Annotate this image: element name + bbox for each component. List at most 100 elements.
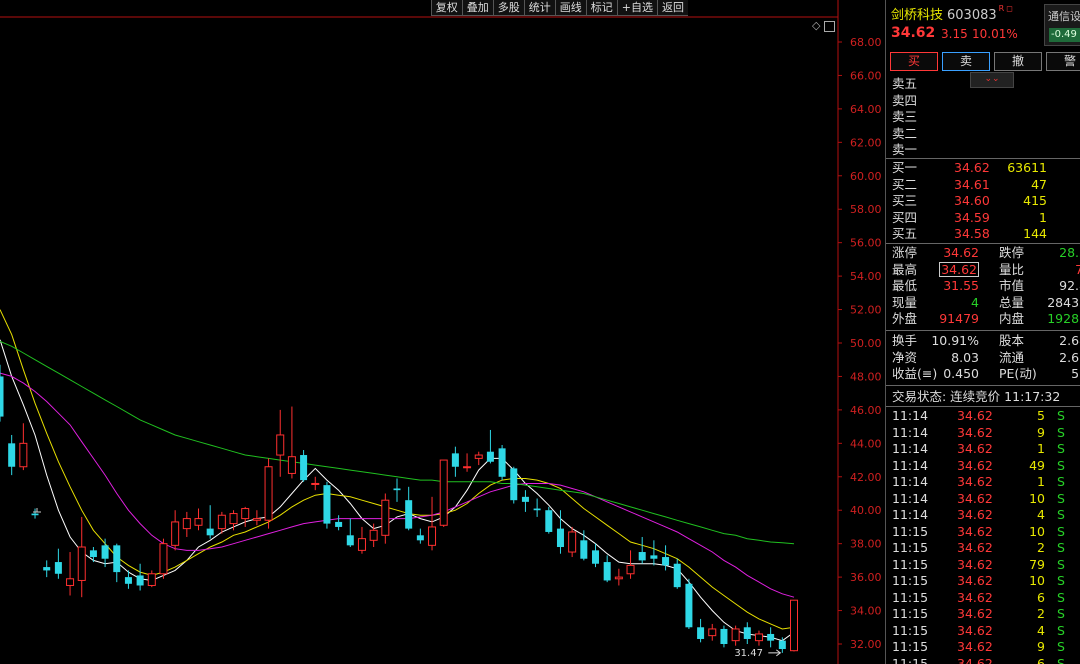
stat-row: 涨停 34.62 跌停 28.3 xyxy=(886,245,1080,261)
candle-body xyxy=(54,562,62,574)
candle-body xyxy=(194,518,203,526)
tick-volume: 2 xyxy=(1037,540,1045,555)
y-tick-label: 56.00 xyxy=(850,237,882,250)
kline-svg[interactable]: 68.00 66.00 64.00 62.00 60.00 58.00 56.00 54.00… xyxy=(0,0,884,664)
buy-button[interactable]: 买 xyxy=(890,52,938,71)
toolbar-item-0[interactable]: 复权 xyxy=(430,0,462,16)
tick-side: S xyxy=(1057,457,1065,473)
divider xyxy=(886,406,1080,407)
tick-volume: 5 xyxy=(1037,408,1045,423)
tick-price: 34.62 xyxy=(957,573,993,588)
y-tick-label: 64.00 xyxy=(850,103,882,116)
candle-body xyxy=(463,466,472,469)
tick-volume: 9 xyxy=(1037,424,1045,440)
candle-body xyxy=(357,538,366,551)
stat-value: 19285 xyxy=(1047,311,1080,326)
stat-label: 外盘 xyxy=(892,311,918,326)
tick-side: S xyxy=(1057,507,1065,522)
tick-price: 34.62 xyxy=(957,655,993,664)
candle-body xyxy=(778,640,786,650)
toolbar-item-4[interactable]: 画线 xyxy=(554,0,586,16)
tick-side: S xyxy=(1057,523,1065,539)
stat-label: 跌停 xyxy=(999,245,1025,260)
candle-body xyxy=(287,456,296,474)
buy-level-row: 买一 34.62 63611 xyxy=(886,160,1080,176)
sell-level-label: 卖一 xyxy=(892,142,918,157)
buy-level-price: 34.62 xyxy=(954,160,990,175)
candle-body xyxy=(276,434,285,456)
candle-body xyxy=(720,628,728,644)
tick-volume: 10 xyxy=(1029,523,1045,539)
stat-value: 4 xyxy=(971,295,979,311)
y-tick-label: 60.00 xyxy=(850,170,882,183)
fundamental-row: 净资 8.03 流通 2.61 xyxy=(886,350,1080,366)
buy-level-row: 买二 34.61 47 xyxy=(886,177,1080,193)
tick-row: 11:15 34.62 9 S xyxy=(886,639,1080,655)
stat-value: 34.62 xyxy=(943,245,979,261)
candle-body xyxy=(708,628,717,637)
diamond-icon[interactable]: ◇ xyxy=(812,19,820,32)
buy-level-volume: 144 xyxy=(1023,226,1047,241)
toolbar-item-7[interactable]: 返回 xyxy=(657,0,688,16)
buy-level-row: 买三 34.60 415 xyxy=(886,193,1080,209)
tick-row: 11:15 34.62 2 S xyxy=(886,606,1080,622)
candle-body xyxy=(43,567,51,571)
square-icon[interactable] xyxy=(824,20,836,32)
sell-level-row: 卖五 xyxy=(886,76,1080,92)
low-price-annotation: 31.47 xyxy=(734,648,763,659)
candle-body xyxy=(614,576,623,580)
toolbar-item-1[interactable]: 叠加 xyxy=(461,0,493,16)
stat-value: 92.8 xyxy=(1059,278,1080,293)
candle-body xyxy=(19,442,28,468)
tick-time: 11:14 xyxy=(892,441,929,456)
toolbar-item-6[interactable]: +自选 xyxy=(616,0,657,16)
tick-row: 11:14 34.62 9 S xyxy=(886,425,1080,441)
buy-level-price: 34.60 xyxy=(954,193,990,208)
fundamental-label: 净资 xyxy=(892,349,918,365)
toolbar-item-2[interactable]: 多股 xyxy=(492,0,524,16)
candle-body xyxy=(685,583,693,628)
tick-price: 34.62 xyxy=(957,556,993,572)
candle-body xyxy=(101,545,109,559)
stat-value-text: 4 xyxy=(971,294,979,310)
fundamental-value: 0.450 xyxy=(943,366,979,381)
cancel-order-button[interactable]: 撤 xyxy=(994,52,1042,71)
kline-chart[interactable]: 68.00 66.00 64.00 62.00 60.00 58.00 56.00 54.00… xyxy=(0,0,884,664)
trade-status: 交易状态: 连续竞价 11:17:32 xyxy=(886,389,1080,405)
tick-price: 34.62 xyxy=(957,474,993,489)
candle-body xyxy=(626,564,635,575)
tick-side: S xyxy=(1057,474,1065,489)
chart-toolbar: 复权 叠加 多股 统计 画线 标记 +自选 返回 xyxy=(430,0,688,16)
ma-line xyxy=(0,340,795,545)
tick-time: 11:15 xyxy=(892,622,929,638)
buy-level-label: 买四 xyxy=(892,209,918,225)
candle-body xyxy=(743,627,751,639)
quote-panel: 剑桥科技 603083 R ◻ 34.62 3.15 10.01% 通信设 -0.49… xyxy=(885,0,1080,664)
sell-button[interactable]: 卖 xyxy=(942,52,990,71)
stat-label: 内盘 xyxy=(999,311,1025,326)
fundamental-value: 2.68 xyxy=(1059,333,1080,348)
alert-button[interactable]: 警 xyxy=(1046,52,1080,71)
tick-price: 34.62 xyxy=(957,523,993,539)
tick-volume: 49 xyxy=(1029,457,1045,473)
tick-row: 11:15 34.62 2 S xyxy=(886,540,1080,556)
tick-side: S xyxy=(1057,622,1065,638)
tick-price: 34.62 xyxy=(957,490,993,506)
tick-row: 11:15 34.62 6 S xyxy=(886,656,1080,664)
stock-name: 剑桥科技 xyxy=(891,8,944,23)
stat-row: 现量 4 总量 28433 xyxy=(886,295,1080,311)
toolbar-item-3[interactable]: 统计 xyxy=(523,0,555,16)
tick-time: 11:15 xyxy=(892,606,929,621)
tick-side: S xyxy=(1057,490,1065,506)
toolbar-item-5[interactable]: 标记 xyxy=(585,0,617,16)
candle-body xyxy=(369,529,378,541)
sell-level-row: 卖三 xyxy=(886,109,1080,125)
y-tick-label: 68.00 xyxy=(850,36,882,49)
fundamental-label: 收益(≡) xyxy=(892,366,938,381)
sector-settings-widget[interactable]: 通信设 -0.49 xyxy=(1044,4,1080,46)
candle-body xyxy=(66,578,75,586)
fundamental-value: 57 xyxy=(1071,366,1080,381)
candle-body xyxy=(405,500,413,529)
stat-value-text: 91479 xyxy=(939,311,979,326)
stat-value: 31.55 xyxy=(943,278,979,294)
